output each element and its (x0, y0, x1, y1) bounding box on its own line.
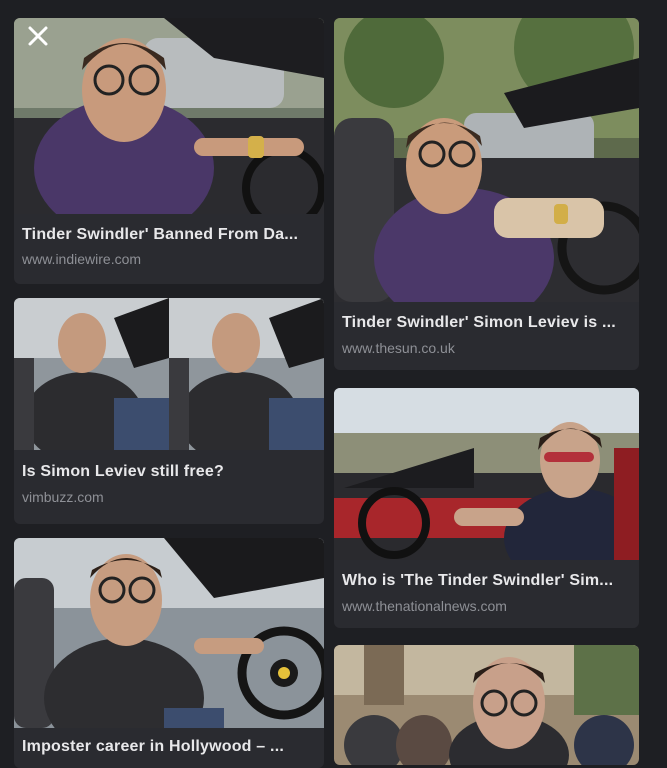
result-card[interactable] (334, 645, 639, 765)
result-source: www.thesun.co.uk (342, 340, 455, 356)
result-thumbnail[interactable] (14, 298, 324, 450)
close-icon (28, 26, 48, 46)
result-source: www.thenationalnews.com (342, 598, 507, 614)
result-card[interactable]: Imposter career in Hollywood – ... (14, 538, 324, 768)
result-card[interactable]: Who is 'The Tinder Swindler' Sim... www.… (334, 388, 639, 628)
result-source: vimbuzz.com (22, 489, 104, 505)
result-thumbnail[interactable] (334, 645, 639, 765)
result-card[interactable]: Tinder Swindler' Banned From Da... www.i… (14, 18, 324, 284)
result-title[interactable]: Imposter career in Hollywood – ... (22, 738, 316, 756)
result-title[interactable]: Who is 'The Tinder Swindler' Sim... (342, 572, 631, 590)
result-title[interactable]: Is Simon Leviev still free? (22, 463, 316, 481)
result-title[interactable]: Tinder Swindler' Simon Leviev is ... (342, 314, 631, 332)
result-title[interactable]: Tinder Swindler' Banned From Da... (22, 226, 316, 244)
result-thumbnail[interactable] (14, 538, 324, 728)
result-source: www.indiewire.com (22, 251, 142, 267)
result-card[interactable]: Tinder Swindler' Simon Leviev is ... www… (334, 18, 639, 370)
result-thumbnail[interactable] (334, 18, 639, 302)
close-button[interactable] (22, 20, 54, 52)
result-thumbnail[interactable] (14, 18, 324, 214)
result-card[interactable]: Is Simon Leviev still free? vimbuzz.com (14, 298, 324, 524)
result-thumbnail[interactable] (334, 388, 639, 560)
